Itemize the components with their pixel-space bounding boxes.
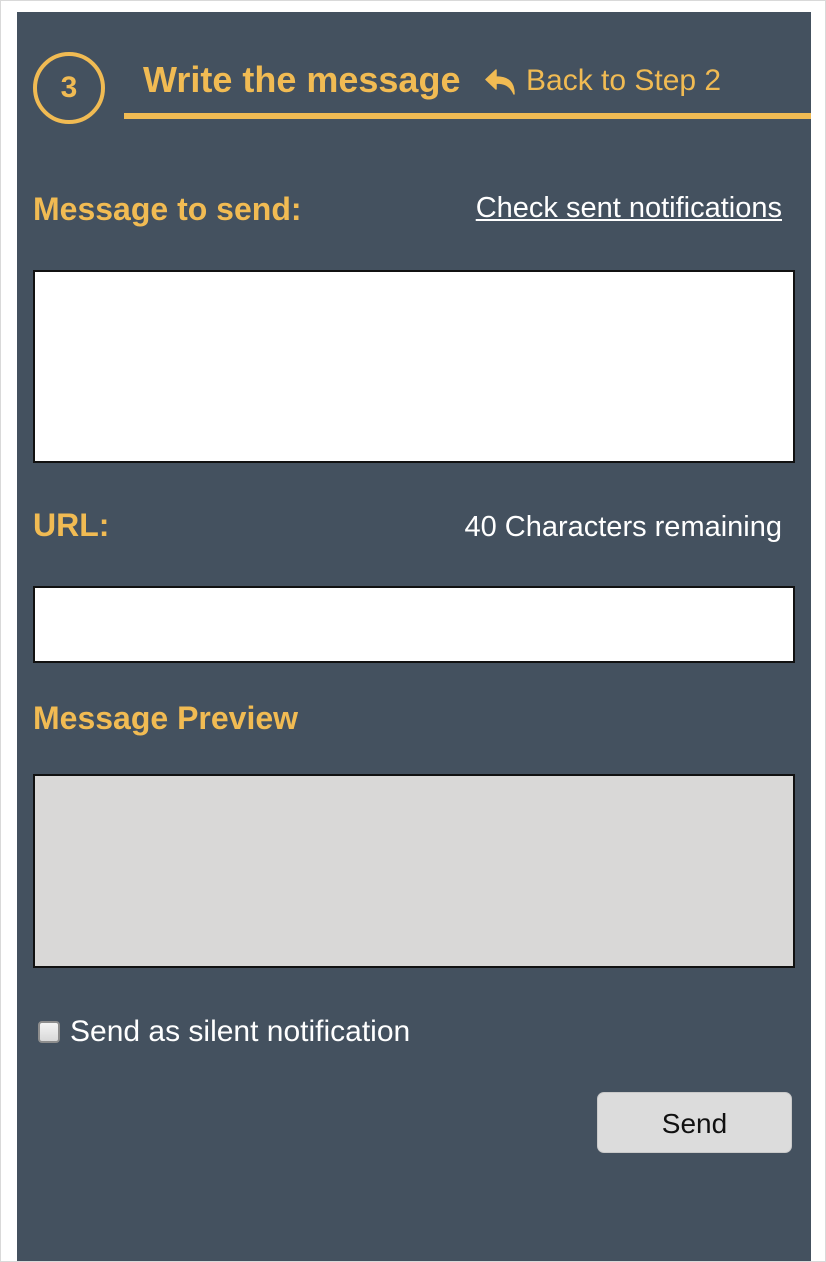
url-input[interactable] — [33, 586, 795, 663]
back-link-label: Back to Step 2 — [526, 64, 722, 97]
message-label: Message to send: — [33, 191, 302, 227]
silent-notification-label[interactable]: Send as silent notification — [70, 1012, 410, 1052]
send-button[interactable]: Send — [597, 1092, 792, 1153]
silent-notification-option[interactable]: Send as silent notification — [38, 1012, 410, 1052]
reply-arrow-icon — [485, 69, 515, 95]
title-divider — [124, 113, 811, 119]
message-textarea[interactable] — [33, 270, 795, 463]
message-preview-label: Message Preview — [33, 700, 299, 736]
characters-remaining-counter: 40 Characters remaining — [464, 511, 782, 543]
check-sent-notifications-link[interactable]: Check sent notifications — [476, 189, 782, 227]
url-label: URL: — [33, 507, 110, 543]
section-title: Write the message — [143, 59, 461, 100]
back-to-step-link[interactable]: Back to Step 2 — [484, 61, 721, 101]
step-number-badge: 3 — [33, 52, 105, 124]
message-preview-box — [33, 774, 795, 968]
silent-notification-checkbox[interactable] — [38, 1021, 60, 1043]
